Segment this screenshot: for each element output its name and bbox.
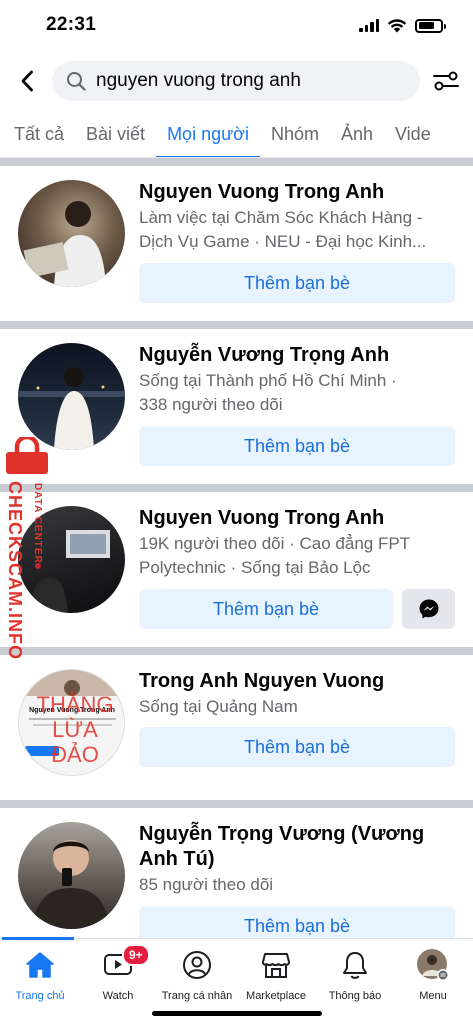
back-button[interactable] xyxy=(14,66,40,96)
person-name[interactable]: Nguyễn Trọng Vương (Vương xyxy=(139,822,455,847)
stamp-line: LỪA xyxy=(52,717,98,742)
stamp-line: THẰNG xyxy=(36,692,114,717)
status-bar: 22:31 xyxy=(0,0,473,50)
nav-label: Thông báo xyxy=(328,990,382,1002)
nav-menu[interactable]: Menu xyxy=(393,947,473,1002)
tab-all[interactable]: Tất cả xyxy=(0,114,75,157)
wifi-icon xyxy=(387,19,407,33)
nav-profile[interactable]: Trang cá nhân xyxy=(157,947,237,1002)
person-name[interactable]: Nguyễn Vương Trọng Anh xyxy=(139,343,455,368)
nav-marketplace[interactable]: Marketplace xyxy=(236,947,316,1002)
person-result[interactable]: Nguyễn Trọng Vương (Vương Anh Tú) 85 ngư… xyxy=(0,808,473,938)
bell-icon xyxy=(343,952,367,979)
battery-icon xyxy=(415,18,446,33)
person-detail: 85 người theo dõi xyxy=(139,875,274,894)
add-friend-button[interactable]: Thêm bạn bè xyxy=(139,906,455,938)
nav-label: Trang cá nhân xyxy=(161,990,233,1002)
stamp-line: ĐẢO xyxy=(51,742,99,767)
scam-stamp: THẰNG LỪA ĐẢO xyxy=(30,692,120,767)
nav-label: Trang chủ xyxy=(15,990,65,1002)
person-result[interactable]: Nguyễn Vương Trọng Anh Sống tại Thành ph… xyxy=(0,329,473,484)
profile-icon xyxy=(183,951,211,979)
search-results: Nguyen Vuong Trong Anh Làm việc tại Chăm… xyxy=(0,158,473,938)
active-tab-indicator xyxy=(2,937,74,940)
add-friend-button[interactable]: Thêm bạn bè xyxy=(139,589,393,629)
nav-label: Marketplace xyxy=(246,990,306,1002)
person-result[interactable]: Nguyen Vuong Trong Anh 19K người theo dõ… xyxy=(0,492,473,647)
person-photo xyxy=(18,367,125,450)
filter-button[interactable] xyxy=(431,66,461,96)
divider xyxy=(0,800,473,808)
notification-badge: 9+ xyxy=(122,944,150,966)
person-name[interactable]: Nguyen Vuong Trong Anh xyxy=(139,506,455,531)
nav-notifications[interactable]: Thông báo xyxy=(315,947,395,1002)
search-icon xyxy=(67,72,86,91)
tab-posts[interactable]: Bài viết xyxy=(75,114,156,157)
tab-people[interactable]: Mọi người xyxy=(156,114,260,157)
add-friend-button[interactable]: Thêm bạn bè xyxy=(139,426,455,466)
menu-avatar-icon xyxy=(417,949,449,981)
watermark-text: CHECKSCAM.INFO xyxy=(5,481,25,660)
search-box[interactable] xyxy=(52,61,420,101)
person-name-cont[interactable]: Anh Tú) xyxy=(139,847,455,872)
person-detail: Polytechnic · Sống tại Bảo Lộc xyxy=(139,558,371,577)
search-input[interactable] xyxy=(96,70,396,92)
search-header xyxy=(0,58,473,106)
person-name[interactable]: Nguyen Vuong Trong Anh xyxy=(139,180,455,205)
tab-photos[interactable]: Ảnh xyxy=(330,114,384,157)
person-detail: Dịch Vụ Game · NEU - Đại học Kinh... xyxy=(139,232,427,251)
nav-home[interactable]: Trang chủ xyxy=(0,947,80,1002)
watermark-subtext: DATA CENTER xyxy=(32,483,43,564)
status-icons xyxy=(359,18,446,33)
filter-tabs: Tất cả Bài viết Mọi người Nhóm Ảnh Vide xyxy=(0,114,473,158)
chevron-left-icon xyxy=(21,70,33,92)
home-indicator xyxy=(152,1011,322,1016)
person-result[interactable]: Nguyen Vuong Trong Anh Làm việc tại Chăm… xyxy=(0,166,473,321)
person-name[interactable]: Trong Anh Nguyen Vuong xyxy=(139,669,455,694)
add-friend-button[interactable]: Thêm bạn bè xyxy=(139,727,455,767)
message-button[interactable] xyxy=(402,589,455,629)
messenger-icon xyxy=(419,599,438,619)
marketplace-icon xyxy=(262,953,290,978)
avatar[interactable] xyxy=(18,180,125,287)
status-time: 22:31 xyxy=(46,14,97,35)
person-detail: Sống tại Thành phố Hồ Chí Minh · xyxy=(139,371,397,390)
person-detail: Làm việc tại Chăm Sóc Khách Hàng - xyxy=(139,208,423,227)
divider xyxy=(0,321,473,329)
watermark: CHECKSCAM.INFO DATA CENTER xyxy=(2,437,52,667)
cellular-signal-icon xyxy=(359,19,379,32)
avatar[interactable] xyxy=(18,343,125,450)
avatar[interactable] xyxy=(18,822,125,929)
divider xyxy=(0,484,473,492)
person-detail: Sống tại Quảng Nam xyxy=(139,697,298,716)
tab-videos[interactable]: Vide xyxy=(384,114,442,157)
person-detail: 338 người theo dõi xyxy=(139,395,283,414)
lock-icon xyxy=(6,437,48,474)
person-photo xyxy=(32,840,110,929)
nav-label: Menu xyxy=(419,990,447,1002)
add-friend-button[interactable]: Thêm bạn bè xyxy=(139,263,455,303)
person-detail: 19K người theo dõi · Cao đẳng FPT xyxy=(139,534,411,553)
divider xyxy=(0,647,473,655)
filter-sliders-icon xyxy=(433,71,459,91)
nav-label: Watch xyxy=(102,990,134,1002)
person-photo xyxy=(23,201,106,287)
divider xyxy=(0,158,473,166)
nav-watch[interactable]: 9+ Watch xyxy=(78,944,158,1002)
tab-groups[interactable]: Nhóm xyxy=(260,114,330,157)
home-icon xyxy=(26,952,54,978)
